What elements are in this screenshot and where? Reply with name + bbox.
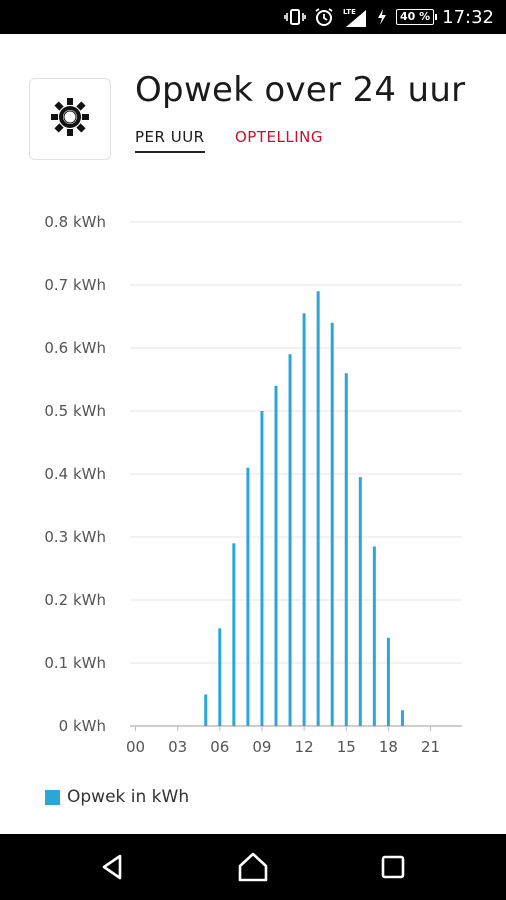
bar	[386, 637, 390, 726]
battery-level: 40 %	[395, 9, 438, 25]
bar	[316, 291, 320, 726]
battery-icon: 40 %	[395, 9, 438, 25]
signal-icon: LTE	[342, 6, 368, 28]
bar	[400, 710, 404, 726]
y-tick-label: 0.2 kWh	[44, 591, 106, 609]
y-tick-label: 0.4 kWh	[44, 465, 106, 483]
legend-label: Opwek in kWh	[67, 787, 190, 807]
clock: 17:32	[442, 6, 494, 28]
x-tick-label: 09	[252, 738, 271, 756]
network-type-label: LTE	[343, 8, 356, 16]
bar	[330, 322, 334, 726]
alarm-icon	[314, 7, 334, 27]
y-tick-label: 0.5 kWh	[44, 402, 106, 420]
bar	[246, 467, 250, 726]
x-tick-label: 21	[421, 738, 440, 756]
page-title: Opwek over 24 uur	[135, 70, 466, 110]
legend-swatch	[45, 789, 60, 805]
y-tick-label: 0.8 kWh	[44, 213, 106, 231]
home-icon	[238, 852, 268, 882]
back-icon	[102, 854, 122, 880]
home-button[interactable]	[213, 834, 293, 900]
bar	[344, 373, 348, 726]
bar	[274, 385, 278, 726]
status-icons: LTE 40 % 17:32	[284, 0, 494, 34]
production-chart: 0 kWh 0.1 kWh 0.2 kWh 0.3 kWh 0.4 kWh 0.5 kWh…	[0, 200, 506, 760]
bar	[260, 411, 264, 726]
sun-icon-card	[29, 78, 111, 160]
x-tick-label: 15	[337, 738, 356, 756]
y-tick-label: 0.6 kWh	[44, 339, 106, 357]
sun-icon	[48, 95, 92, 143]
y-tick-label: 0.1 kWh	[44, 654, 106, 672]
charging-icon	[376, 8, 388, 26]
bar	[372, 546, 376, 726]
tab-per-uur[interactable]: PER UUR	[135, 128, 205, 153]
bar	[218, 628, 222, 726]
bar	[204, 694, 208, 726]
x-tick-label: 03	[168, 738, 187, 756]
x-tick-label: 12	[295, 738, 314, 756]
x-tick-label: 18	[379, 738, 398, 756]
bar	[232, 543, 236, 726]
y-tick-label: 0 kWh	[59, 717, 106, 735]
bar	[302, 313, 306, 726]
y-tick-label: 0.7 kWh	[44, 276, 106, 294]
vibrate-icon	[284, 8, 306, 26]
x-tick-label: 06	[210, 738, 229, 756]
navigation-bar	[0, 834, 506, 900]
chart-legend: Opwek in kWh	[45, 787, 189, 807]
recents-icon	[381, 855, 405, 879]
status-bar: LTE 40 % 17:32	[0, 0, 506, 34]
y-tick-label: 0.3 kWh	[44, 528, 106, 546]
back-button[interactable]	[73, 834, 153, 900]
recents-button[interactable]	[353, 834, 433, 900]
tab-optelling[interactable]: OPTELLING	[235, 128, 323, 146]
bar	[358, 477, 362, 726]
x-tick-label: 00	[126, 738, 145, 756]
bar	[288, 354, 292, 726]
chart-svg: 0 kWh 0.1 kWh 0.2 kWh 0.3 kWh 0.4 kWh 0.5 kWh…	[44, 213, 462, 756]
